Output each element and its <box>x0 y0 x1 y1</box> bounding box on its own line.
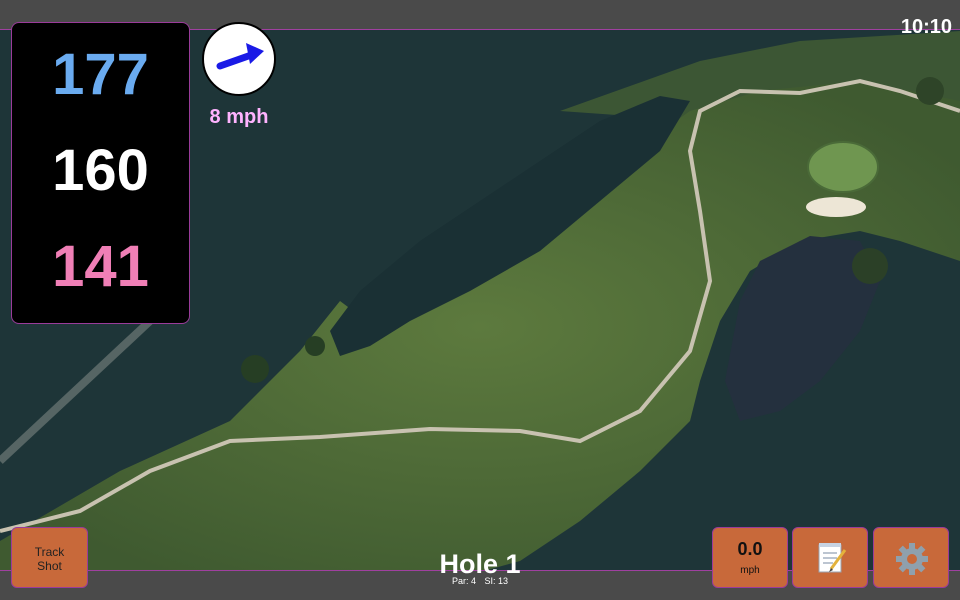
distance-panel: 177 160 141 <box>11 22 190 324</box>
hole-stroke-index: SI: 13 <box>484 576 509 586</box>
hole-meta: Par: 4 SI: 13 <box>380 576 580 586</box>
speed-value: 0.0 <box>737 539 763 559</box>
wind-speed: 8 mph <box>209 106 269 128</box>
back-distance: 177 <box>52 42 149 107</box>
notes-button[interactable] <box>792 527 868 588</box>
notepad-icon <box>818 543 847 573</box>
track-shot-label-line2: Shot <box>37 559 62 573</box>
wind-indicator <box>202 22 276 96</box>
clock: 10:10 <box>900 16 952 38</box>
hole-title: Hole 1 <box>439 549 521 579</box>
settings-button[interactable] <box>873 527 949 588</box>
middle-distance: 160 <box>52 138 149 203</box>
wind-arrow-icon <box>216 43 264 70</box>
front-distance: 141 <box>52 234 149 299</box>
hole-par: Par: 4 <box>451 576 476 586</box>
speed-button[interactable]: 0.0 mph <box>712 527 788 588</box>
track-shot-label-line1: Track <box>34 545 65 559</box>
track-shot-button[interactable]: Track Shot <box>11 527 88 588</box>
gear-icon <box>896 543 928 575</box>
speed-unit: mph <box>740 565 760 576</box>
